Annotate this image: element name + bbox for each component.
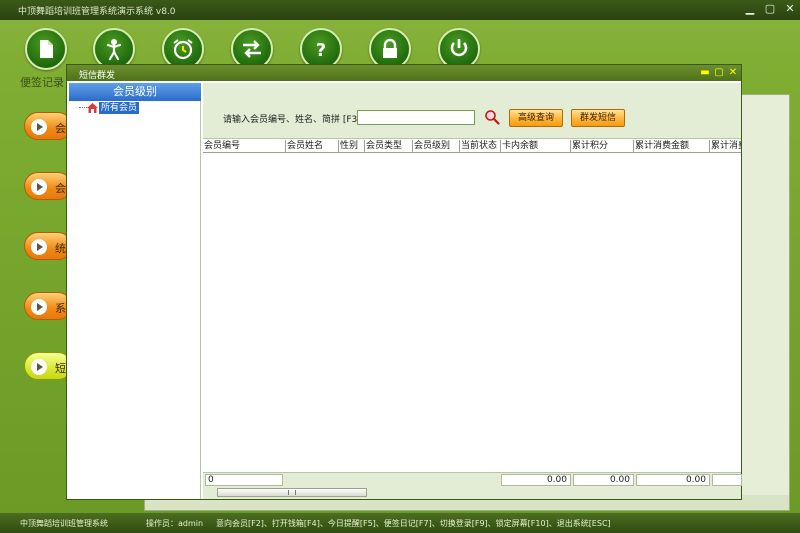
dialog-close-button[interactable]: ✕ bbox=[727, 66, 739, 79]
app-title: 中顶舞蹈培训班管理系统演示系统 v8.0 bbox=[18, 7, 176, 17]
play-icon bbox=[31, 299, 47, 315]
play-icon bbox=[31, 179, 47, 195]
column-header[interactable]: 累计消费金额 bbox=[634, 140, 710, 153]
grip-icon bbox=[288, 490, 296, 495]
column-header[interactable]: 会员编号 bbox=[203, 140, 286, 153]
column-header[interactable]: 累计消费 bbox=[710, 140, 741, 153]
notes-label: 便签记录 bbox=[20, 76, 64, 89]
play-icon bbox=[31, 239, 47, 255]
footer-balance: 0.00 bbox=[501, 474, 571, 486]
play-icon bbox=[31, 119, 47, 135]
document-icon[interactable] bbox=[25, 28, 67, 70]
column-header[interactable]: 卡内余额 bbox=[501, 140, 571, 153]
dialog-titlebar: 短信群发 ▬ ▢ ✕ bbox=[67, 65, 741, 81]
footer-points: 0.00 bbox=[573, 474, 634, 486]
dialog-title: 短信群发 bbox=[79, 71, 116, 81]
svg-text:?: ? bbox=[316, 40, 326, 61]
tree-header: 会员级别 bbox=[69, 83, 201, 101]
status-shortcuts: 意向会员[F2]、打开钱箱[F4]、今日提醒[F5]、便签日记[F7]、切换登录… bbox=[216, 519, 611, 528]
minimize-button[interactable]: ▁ bbox=[742, 2, 758, 16]
column-header[interactable]: 累计积分 bbox=[571, 140, 634, 153]
column-header[interactable]: 会员姓名 bbox=[286, 140, 339, 153]
search-label: 请输入会员编号、姓名、简拼 [F3] bbox=[223, 115, 361, 125]
background-panel bbox=[740, 94, 790, 500]
footer-count: 0 bbox=[205, 474, 283, 486]
column-header[interactable]: 会员类型 bbox=[365, 140, 413, 153]
status-system-name: 中顶舞蹈培训班管理系统 bbox=[20, 519, 108, 528]
search-toolbar: 请输入会员编号、姓名、简拼 [F3] 高级查询 群发短信 bbox=[203, 83, 741, 139]
column-header[interactable]: 性别 bbox=[339, 140, 365, 153]
send-sms-button[interactable]: 群发短信 bbox=[571, 109, 625, 127]
dialog-maximize-button[interactable]: ▢ bbox=[713, 66, 725, 79]
play-icon bbox=[31, 359, 47, 375]
member-level-tree: 会员级别 所有会员 bbox=[69, 83, 201, 499]
app-titlebar: 中顶舞蹈培训班管理系统演示系统 v8.0 ▁ ▢ ✕ bbox=[0, 0, 800, 20]
status-bar: 中顶舞蹈培训班管理系统 操作员：admin 意向会员[F2]、打开钱箱[F4]、… bbox=[0, 513, 800, 533]
grid-footer: 0 0.00 0.00 0.00 bbox=[203, 472, 742, 486]
search-input[interactable] bbox=[357, 110, 475, 125]
status-operator: 操作员：admin bbox=[146, 519, 204, 528]
close-button[interactable]: ✕ bbox=[782, 2, 798, 16]
grid-header: 会员编号 会员姓名 性别 会员类型 会员级别 当前状态 卡内余额 累计积分 累计… bbox=[203, 140, 741, 153]
tree-item-label: 所有会员 bbox=[99, 102, 140, 114]
member-button[interactable]: 会 bbox=[24, 112, 72, 140]
sms-button[interactable]: 短 bbox=[24, 352, 72, 380]
column-header[interactable]: 当前状态 bbox=[460, 140, 501, 153]
member-grid: 会员编号 会员姓名 性别 会员类型 会员级别 当前状态 卡内余额 累计积分 累计… bbox=[203, 140, 741, 471]
maximize-button[interactable]: ▢ bbox=[762, 2, 778, 16]
content-area: 请输入会员编号、姓名、简拼 [F3] 高级查询 群发短信 会员编号 会员姓名 性… bbox=[203, 83, 742, 499]
footer-consumption: 0.00 bbox=[636, 474, 710, 486]
scrollbar-thumb[interactable] bbox=[217, 488, 367, 497]
member-consume-button[interactable]: 会 bbox=[24, 172, 72, 200]
tree-connector bbox=[79, 107, 87, 108]
footer-extra bbox=[712, 474, 742, 486]
column-header[interactable]: 会员级别 bbox=[413, 140, 460, 153]
sms-dialog: 短信群发 ▬ ▢ ✕ 会员级别 所有会员 请输入会员编号、姓名、简拼 [F3] … bbox=[66, 64, 742, 500]
system-button[interactable]: 系 bbox=[24, 292, 72, 320]
house-icon bbox=[87, 103, 98, 113]
statistics-button[interactable]: 统 bbox=[24, 232, 72, 260]
search-icon[interactable] bbox=[484, 109, 500, 125]
dialog-minimize-button[interactable]: ▬ bbox=[699, 66, 711, 79]
advanced-query-button[interactable]: 高级查询 bbox=[509, 109, 563, 127]
horizontal-scrollbar[interactable] bbox=[203, 486, 741, 499]
